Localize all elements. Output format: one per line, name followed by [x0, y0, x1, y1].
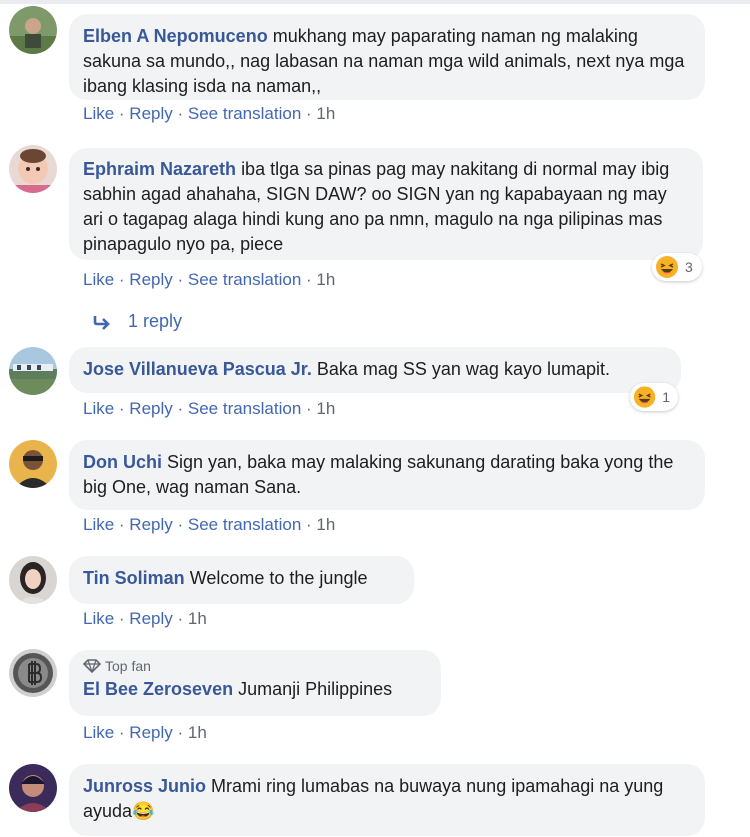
comment-actions: Like · Reply · See translation · 1h: [83, 270, 336, 289]
avatar[interactable]: [9, 6, 57, 54]
see-translation-link[interactable]: See translation: [188, 399, 301, 418]
comment-author[interactable]: Jose Villanueva Pascua Jr.: [83, 359, 312, 379]
like-link[interactable]: Like: [83, 104, 114, 123]
diamond-icon: [83, 659, 101, 673]
reaction-count[interactable]: 1: [630, 383, 678, 411]
comment-bubble: Ephraim Nazareth iba tlga sa pinas pag m…: [69, 148, 703, 260]
like-link[interactable]: Like: [83, 609, 114, 628]
reply-link[interactable]: Reply: [129, 515, 172, 534]
timestamp[interactable]: 1h: [316, 399, 335, 418]
comment-bubble: Top fan El Bee Zeroseven Jumanji Philipp…: [69, 650, 441, 716]
comment-bubble: Don Uchi Sign yan, baka may malaking sak…: [69, 440, 705, 510]
comment-author[interactable]: Tin Soliman: [83, 568, 185, 588]
like-link[interactable]: Like: [83, 723, 114, 742]
avatar[interactable]: [9, 649, 57, 697]
avatar[interactable]: [9, 764, 57, 812]
comment-actions: Like · Reply · See translation · 1h: [83, 515, 336, 534]
reply-arrow-icon: [93, 315, 110, 330]
comment-actions: Like · Reply · 1h: [83, 609, 207, 628]
comment-author[interactable]: Don Uchi: [83, 452, 162, 472]
comment-bubble: Tin Soliman Welcome to the jungle: [69, 556, 414, 604]
comment-author[interactable]: Elben A Nepomuceno: [83, 26, 268, 46]
top-fan-badge: Top fan: [83, 657, 427, 675]
reaction-count-number: 3: [685, 259, 693, 275]
avatar[interactable]: [9, 347, 57, 395]
avatar[interactable]: [9, 556, 57, 604]
see-translation-link[interactable]: See translation: [188, 270, 301, 289]
timestamp[interactable]: 1h: [188, 609, 207, 628]
comment-bubble: Elben A Nepomuceno mukhang may paparatin…: [69, 14, 705, 100]
reply-link[interactable]: Reply: [129, 104, 172, 123]
comment-actions: Like · Reply · See translation · 1h: [83, 104, 336, 123]
timestamp[interactable]: 1h: [316, 270, 335, 289]
timestamp[interactable]: 1h: [316, 515, 335, 534]
comment-text: Jumanji Philippines: [238, 679, 393, 699]
view-replies-label[interactable]: 1 reply: [128, 311, 182, 332]
comment-text: Baka mag SS yan wag kayo lumapit.: [316, 359, 610, 379]
comment-text: Sign yan, baka may malaking sakunang dar…: [83, 452, 674, 497]
like-link[interactable]: Like: [83, 399, 114, 418]
comment-author[interactable]: El Bee Zeroseven: [83, 679, 233, 699]
top-fan-label: Top fan: [105, 658, 151, 674]
reaction-count[interactable]: 3: [652, 253, 702, 281]
like-link[interactable]: Like: [83, 270, 114, 289]
comment-bubble: Jose Villanueva Pascua Jr. Baka mag SS y…: [69, 347, 681, 393]
see-translation-link[interactable]: See translation: [188, 515, 301, 534]
comment-author[interactable]: Junross Junio: [83, 776, 206, 796]
timestamp[interactable]: 1h: [316, 104, 335, 123]
reply-link[interactable]: Reply: [129, 723, 172, 742]
comment-author[interactable]: Ephraim Nazareth: [83, 159, 236, 179]
comment-bubble: Junross Junio Mrami ring lumabas na buwa…: [69, 764, 705, 836]
avatar[interactable]: [9, 145, 57, 193]
see-translation-link[interactable]: See translation: [188, 104, 301, 123]
reply-link[interactable]: Reply: [129, 270, 172, 289]
reply-link[interactable]: Reply: [129, 399, 172, 418]
haha-reaction-icon: [656, 256, 678, 278]
reaction-count-number: 1: [662, 389, 670, 405]
reply-link[interactable]: Reply: [129, 609, 172, 628]
comment-actions: Like · Reply · 1h: [83, 723, 207, 742]
like-link[interactable]: Like: [83, 515, 114, 534]
avatar[interactable]: [9, 440, 57, 488]
timestamp[interactable]: 1h: [188, 723, 207, 742]
view-replies-link[interactable]: 1 reply: [92, 311, 182, 332]
comment-actions: Like · Reply · See translation · 1h: [83, 399, 336, 418]
haha-reaction-icon: [633, 386, 656, 408]
comment-text: Welcome to the jungle: [189, 568, 368, 588]
top-divider: [0, 0, 750, 4]
